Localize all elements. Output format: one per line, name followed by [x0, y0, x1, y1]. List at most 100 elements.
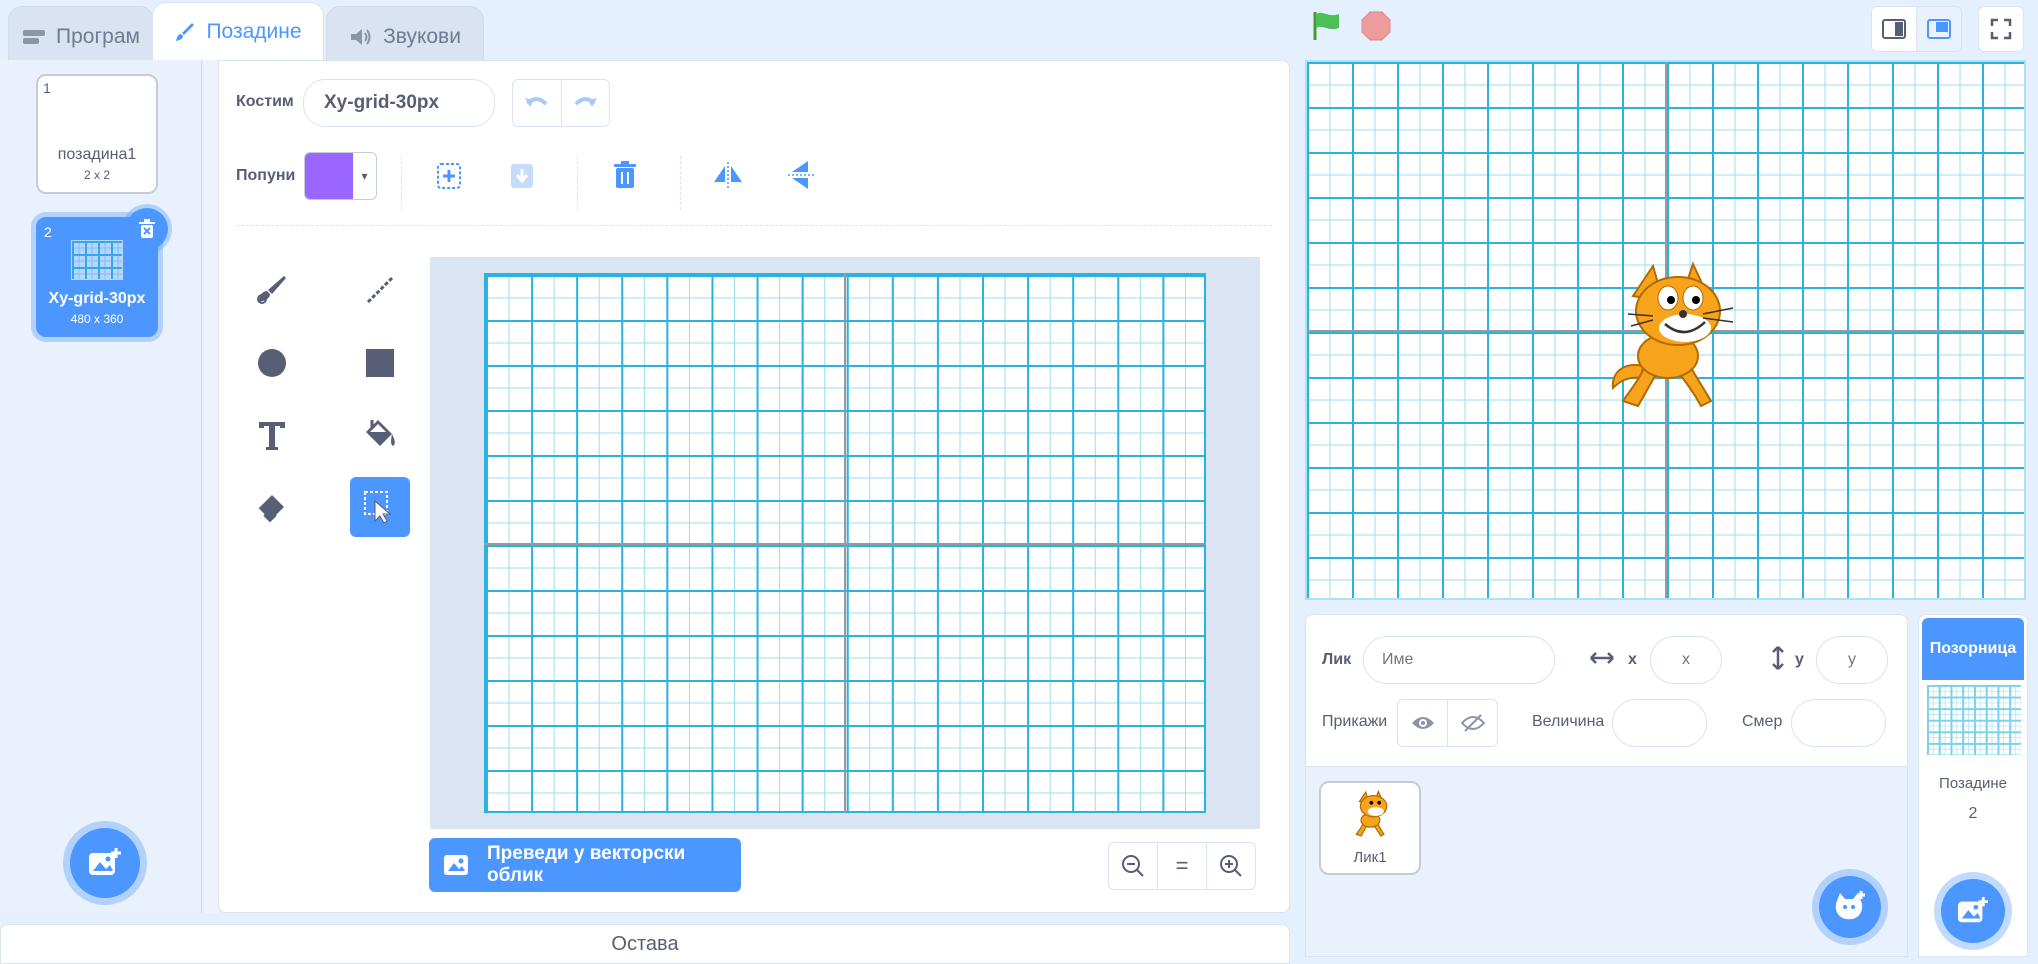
line-icon: [362, 272, 398, 308]
flip-horizontal-icon: [712, 162, 744, 188]
tab-backdrops[interactable]: Позадине: [152, 2, 324, 60]
rectangle-icon: [362, 345, 398, 381]
divider: [680, 156, 681, 210]
sprite-name-input[interactable]: [1363, 636, 1555, 684]
line-tool[interactable]: [350, 260, 410, 320]
sprite-name: Лик1: [1353, 849, 1387, 866]
stage-backdrop-thumbnail: [1927, 685, 2021, 755]
zoom-in-button[interactable]: [1207, 843, 1255, 889]
sprite-item[interactable]: Лик1: [1319, 781, 1421, 875]
rectangle-tool[interactable]: [350, 333, 410, 393]
stop-button[interactable]: [1358, 8, 1394, 44]
cat-add-icon: [1833, 891, 1867, 923]
costume-item[interactable]: 1 позадина1 2 x 2: [36, 74, 158, 194]
size-label: Величина: [1532, 713, 1605, 730]
stop-icon: [1360, 10, 1392, 42]
backdrops-label: Позадине: [1939, 775, 2007, 792]
backpack[interactable]: Остава: [0, 924, 1290, 964]
costume-size: 2 x 2: [83, 168, 110, 182]
costume-list: 1 позадина1 2 x 2 2 Xy-grid-30px 480 x 3…: [0, 60, 218, 913]
stage-panel-header: Позорница: [1922, 618, 2024, 680]
sprite-label: Лик: [1322, 651, 1352, 668]
toolbar-divider: [236, 225, 1272, 226]
tab-code[interactable]: Програм: [8, 6, 154, 66]
add-backdrop-button[interactable]: [70, 828, 140, 898]
image-add-icon: [1956, 896, 1990, 926]
sprite-list: Лик1: [1305, 766, 1908, 957]
circle-tool[interactable]: [242, 333, 302, 393]
fill-label: Попуни: [236, 167, 296, 184]
tab-sounds[interactable]: Звукови: [326, 6, 484, 66]
eraser-icon: [254, 489, 290, 525]
copy-button[interactable]: [430, 155, 470, 195]
x-arrow-icon: [1589, 649, 1615, 667]
backpack-label: Остава: [611, 933, 679, 955]
undo-button[interactable]: [513, 80, 562, 126]
tab-sounds-label: Звукови: [383, 24, 461, 48]
copy-icon: [436, 160, 464, 190]
zoom-reset-button[interactable]: =: [1158, 843, 1207, 889]
convert-label: Преведи у векторски облик: [487, 843, 686, 886]
backdrops-count: 2: [1968, 805, 1978, 822]
code-icon: [22, 28, 46, 46]
paint-canvas-area: [430, 257, 1260, 829]
brush-icon: [254, 272, 290, 308]
costume-name: Xy-grid-30px: [48, 290, 146, 307]
direction-input[interactable]: [1791, 699, 1886, 747]
hide-button[interactable]: [1448, 700, 1497, 746]
delete-costume-button[interactable]: [126, 208, 168, 250]
trash-icon: [136, 218, 158, 240]
costume-name-field[interactable]: Xy-grid-30px: [303, 79, 495, 127]
text-tool[interactable]: [242, 405, 302, 465]
fill-color-picker[interactable]: ▾: [304, 152, 377, 200]
circle-icon: [254, 345, 290, 381]
costume-list-scrollbar[interactable]: [204, 60, 218, 913]
stage[interactable]: [1305, 60, 2026, 600]
small-stage-icon: [1882, 19, 1906, 39]
redo-button[interactable]: [562, 80, 610, 126]
x-input[interactable]: [1650, 636, 1722, 684]
y-input[interactable]: [1816, 636, 1888, 684]
zoom-out-button[interactable]: [1109, 843, 1158, 889]
zoom-in-icon: [1219, 854, 1243, 878]
eraser-tool[interactable]: [242, 477, 302, 537]
fullscreen-button[interactable]: [1978, 6, 2024, 52]
costume-size: 480 x 360: [70, 312, 124, 326]
costume-thumbnail: [71, 240, 123, 280]
paste-button[interactable]: [503, 155, 543, 195]
direction-label: Смер: [1742, 713, 1783, 730]
undo-redo-group: [512, 79, 610, 127]
x-label: x: [1628, 651, 1637, 668]
small-stage-button[interactable]: [1871, 6, 1917, 52]
costume-number: 1: [43, 80, 51, 96]
sprite-thumbnail: [1347, 789, 1397, 839]
convert-to-vector-button[interactable]: Преведи у векторски облик: [429, 838, 741, 892]
zoom-controls: =: [1108, 842, 1256, 890]
text-icon: [254, 417, 290, 453]
size-input[interactable]: [1612, 699, 1707, 747]
fill-tool[interactable]: [350, 405, 410, 465]
brush-tool[interactable]: [242, 260, 302, 320]
costume-number: 2: [44, 224, 52, 240]
delete-button[interactable]: [605, 155, 645, 195]
flip-vertical-button[interactable]: [781, 155, 821, 195]
trash-icon: [612, 160, 638, 190]
sprite-info-panel: Лик x y Прикажи Величина Смер: [1305, 614, 1908, 767]
green-flag-button[interactable]: [1309, 8, 1345, 44]
normal-stage-button[interactable]: [1916, 6, 1962, 52]
show-button[interactable]: [1398, 700, 1448, 746]
redo-icon: [572, 94, 598, 112]
costume-name-label: Костим: [236, 93, 294, 110]
green-flag-icon: [1311, 10, 1343, 42]
show-label: Прикажи: [1322, 713, 1388, 730]
y-label: y: [1795, 651, 1804, 668]
select-tool[interactable]: [350, 477, 410, 537]
stage-panel[interactable]: Позорница Позадине 2: [1918, 614, 2028, 957]
image-add-icon: [87, 847, 123, 879]
canvas-axis-x: [484, 543, 1206, 545]
paste-icon: [509, 160, 537, 190]
add-sprite-button[interactable]: [1819, 876, 1881, 938]
add-backdrop-stage-button[interactable]: [1941, 879, 2005, 943]
cat-sprite[interactable]: [1593, 256, 1753, 416]
flip-horizontal-button[interactable]: [708, 155, 748, 195]
